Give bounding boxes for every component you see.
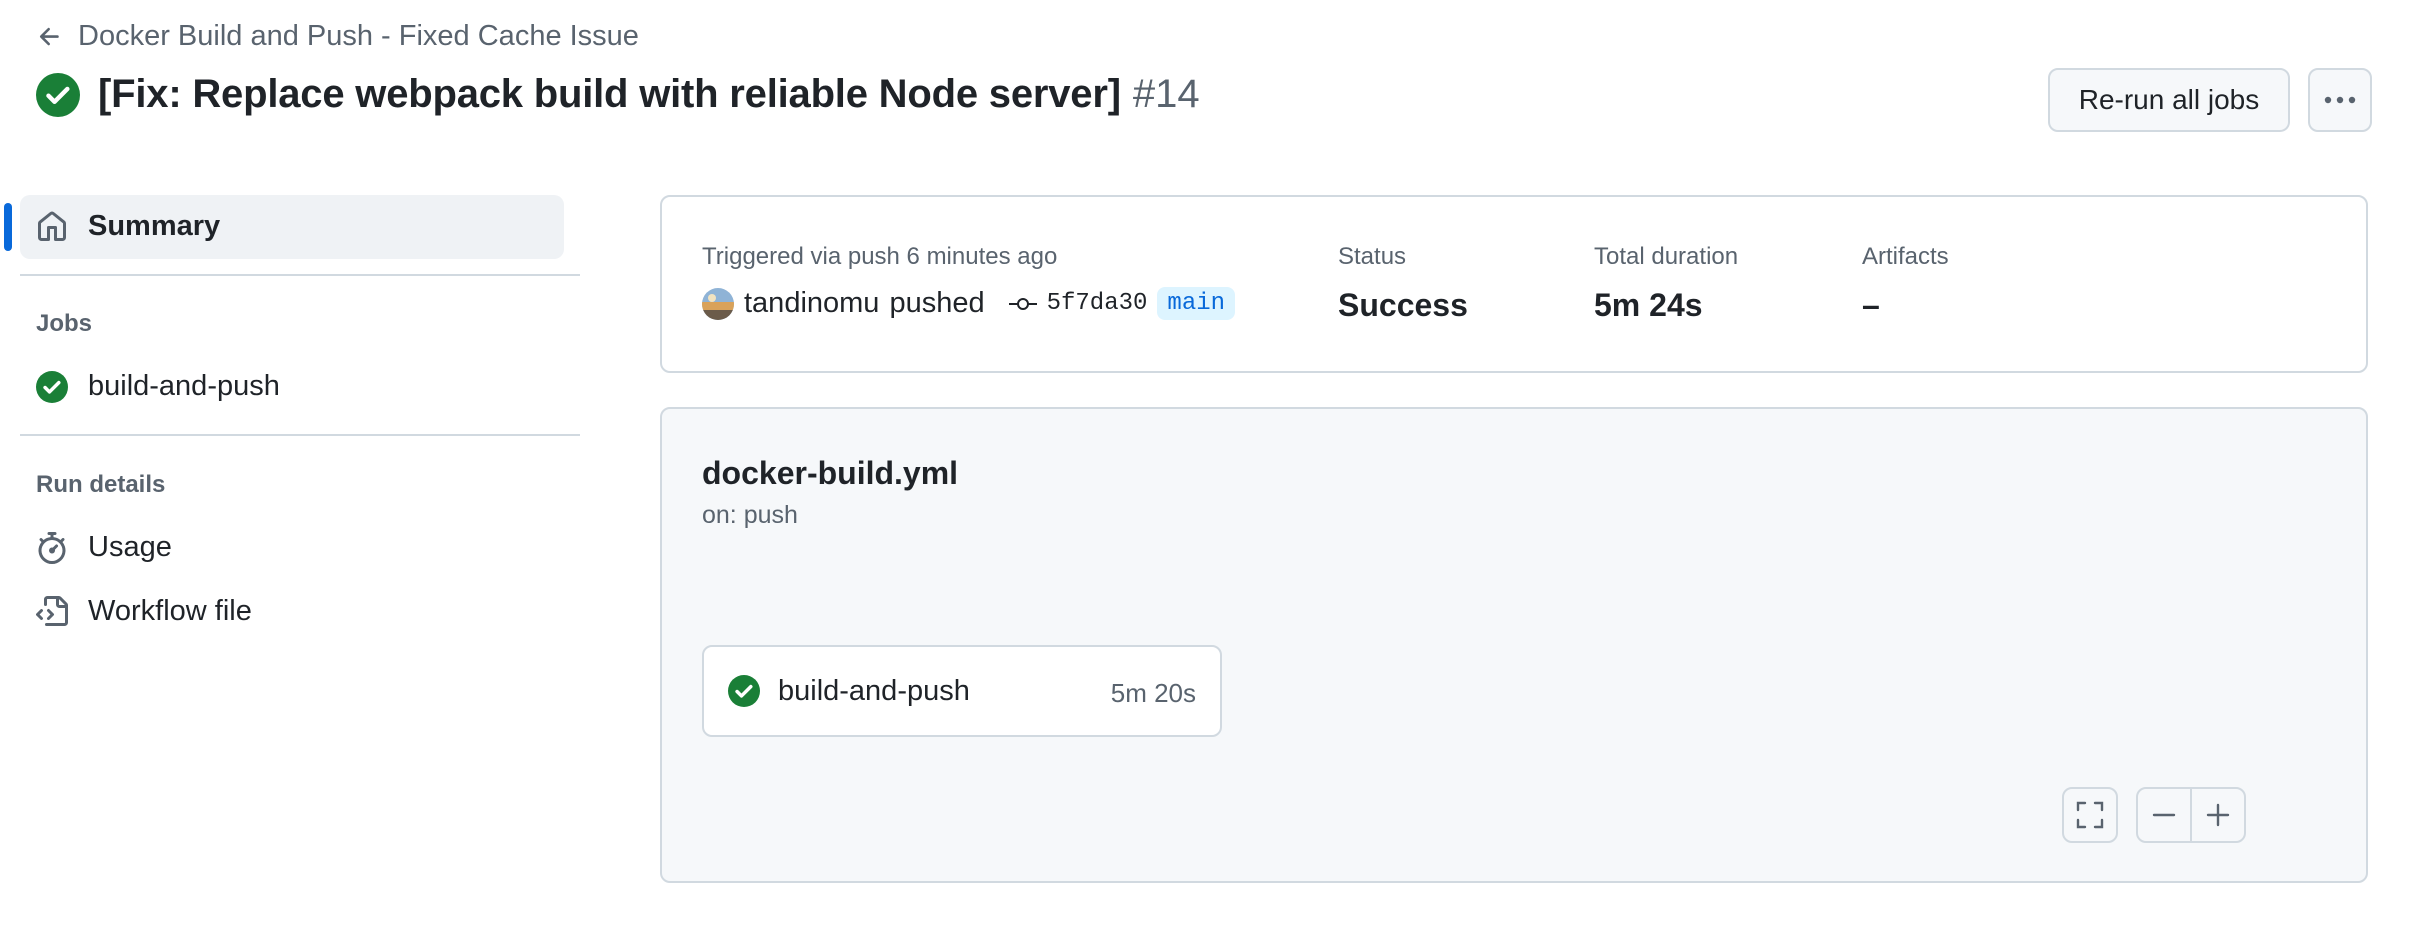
graph-job-node[interactable]: build-and-push 5m 20s (702, 645, 1222, 737)
sidebar-item-label: build-and-push (88, 370, 280, 402)
duration-label: Total duration (1594, 243, 1739, 270)
arrow-left-icon (39, 27, 59, 45)
sidebar-item-workflow-file[interactable]: Workflow file (36, 595, 252, 628)
fullscreen-button[interactable] (2062, 787, 2118, 843)
push-info: tandinomu pushed 5f7da30 main (702, 287, 1236, 320)
artifacts-label: Artifacts (1862, 243, 1949, 270)
back-link[interactable]: Docker Build and Push - Fixed Cache Issu… (36, 20, 639, 53)
status-label: Status (1338, 243, 1407, 270)
file-code-icon (36, 595, 68, 626)
branch-label[interactable]: main (1157, 287, 1236, 320)
plus-icon (2206, 803, 2230, 827)
sidebar-divider (20, 274, 580, 276)
sidebar-item-label: Workflow file (88, 595, 252, 627)
check-circle-icon (728, 675, 760, 707)
actor-name[interactable]: tandinomu (744, 287, 879, 320)
run-summary-card: Triggered via push 6 minutes ago tandino… (660, 195, 2368, 373)
sidebar-item-job[interactable]: build-and-push (36, 370, 280, 403)
check-circle-icon (36, 72, 80, 117)
jobs-heading: Jobs (36, 310, 93, 337)
run-number: #14 (1132, 72, 1200, 116)
sidebar-item-label: Usage (88, 531, 172, 563)
fullscreen-icon (2076, 801, 2104, 829)
duration-value: 5m 24s (1594, 287, 1703, 323)
graph-job-label: build-and-push (778, 675, 970, 707)
zoom-in-button[interactable] (2190, 787, 2246, 843)
more-options-button[interactable] (2308, 68, 2372, 132)
check-circle-icon (36, 370, 68, 403)
sidebar-divider (20, 434, 580, 436)
git-commit-icon (1008, 297, 1037, 310)
artifacts-value: – (1862, 287, 1880, 323)
push-action: pushed (889, 287, 985, 319)
active-indicator (4, 203, 12, 251)
workflow-file-name[interactable]: docker-build.yml (702, 455, 958, 492)
stopwatch-icon (38, 531, 66, 564)
trigger-text: Triggered via push 6 minutes ago (702, 243, 1058, 270)
commit-sha[interactable]: 5f7da30 (1047, 290, 1148, 317)
rerun-all-jobs-button[interactable]: Re-run all jobs (2048, 68, 2290, 132)
home-icon (38, 211, 66, 241)
sidebar-item-summary[interactable]: Summary (36, 210, 220, 243)
sidebar-item-usage[interactable]: Usage (36, 531, 172, 564)
status-value: Success (1338, 287, 1468, 323)
avatar[interactable] (702, 287, 734, 320)
graph-job-duration: 5m 20s (1110, 678, 1196, 708)
run-details-heading: Run details (36, 471, 166, 498)
minus-icon (2152, 813, 2176, 817)
kebab-horizontal-icon (2324, 96, 2356, 104)
workflow-trigger: on: push (702, 501, 798, 529)
run-title: [Fix: Replace webpack build with reliabl… (98, 72, 1121, 116)
zoom-out-button[interactable] (2136, 787, 2192, 843)
workflow-name[interactable]: Docker Build and Push - Fixed Cache Issu… (78, 20, 639, 53)
sidebar-item-label: Summary (88, 210, 221, 242)
run-title-row: [Fix: Replace webpack build with reliabl… (36, 72, 1200, 117)
